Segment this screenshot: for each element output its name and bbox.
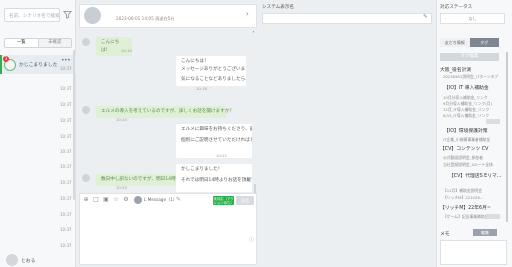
conversation-name: とおる [21, 259, 36, 264]
message-bubble-out: かしこまりました！ それでは明日14時よりお話を頂戴できればと思います。 [176, 164, 252, 192]
conversation-time: 10:37 [60, 212, 72, 217]
conversation-time: 10:37 [60, 164, 72, 169]
message-bubble-in: こんにちは！ [96, 37, 132, 56]
conversation-name: かじこまりました [19, 63, 58, 68]
message-line: エルメに興味をお持ちくださり、誠にありがとうございます。 [181, 127, 252, 132]
message-avatar [82, 38, 90, 46]
message-line: 気になることなどありましたら、お気軽にご連絡ください！ [181, 77, 246, 82]
star-icon[interactable]: ☆ [112, 196, 120, 204]
conversation-tabs: 一覧 未確認 [4, 38, 72, 48]
tag-group-title: 【リッチM】22年6月~ [440, 206, 491, 211]
send-button[interactable]: 送信 [236, 196, 254, 205]
help-icon[interactable]: ⓘ [249, 236, 254, 243]
sender-avatar [134, 196, 142, 204]
tag-group-title: 【CV】コンテンツ CV [440, 147, 489, 152]
message-time: 10:20 [116, 117, 127, 122]
file-icon[interactable]: □ [92, 196, 100, 204]
message-line: それでは明日14時よりお話を頂戴できればと思います。 [181, 177, 252, 183]
tag-item[interactable]: 【11月】補助金説明会 [443, 188, 505, 194]
message-time: 10:10 [121, 48, 132, 53]
search-input[interactable]: 名前、シナリオ名で検索 [4, 8, 60, 22]
memo-area[interactable] [440, 240, 507, 265]
message-time: 10:22 [216, 153, 227, 158]
tab-tags[interactable]: タグ [469, 38, 499, 47]
status-button[interactable]: 未対応（アクション待ち） [213, 196, 234, 205]
settings-icon[interactable]: ⚙ [122, 196, 130, 204]
avatar [84, 7, 101, 24]
message-line: こんにちは！ [181, 59, 209, 64]
tag-item[interactable]: IT企業_小規模事業者補助金 [443, 137, 505, 143]
tag-group-title: 【IO】環境保護対策 [444, 129, 488, 134]
tag-group-title: 【IO】IT 導入補助金 [444, 86, 489, 91]
conversation-time: 10:37 [60, 196, 72, 201]
conversation-time: 10:37 [60, 118, 72, 123]
edit-icon[interactable]: ✎ [423, 14, 428, 20]
conversation-time: 10:37 [60, 243, 72, 248]
status-label: 対応ステータス [440, 5, 473, 10]
message-input[interactable] [84, 212, 252, 258]
paperclip-icon[interactable]: ⊕ [82, 196, 90, 204]
unread-badge: 3 [3, 56, 9, 62]
message-line: メッセージありがとうございます。 [181, 66, 246, 72]
tag-item[interactable]: 20230901説明会_パターンタブ [443, 74, 505, 80]
right-panel-scrollbar[interactable] [506, 52, 508, 222]
sender-selector[interactable]: L Message（1） [144, 197, 177, 203]
avatar [6, 254, 18, 266]
message-bubble-in: エルメの導入を考えているのですが、詳しくお話を聞けますか？ [96, 106, 234, 118]
system-display-name-input[interactable] [262, 13, 432, 24]
message-time: 10:25 [116, 185, 127, 190]
tag-edit-button[interactable]: タグ編集 [440, 53, 499, 61]
message-avatar [82, 106, 90, 114]
system-display-name-label: システム表示名 [262, 5, 295, 10]
tag-group-title: 大阪_役名計測 [440, 68, 472, 73]
status-select[interactable]: なし [440, 13, 505, 24]
conversation-time: 10:37 [60, 134, 72, 139]
memo-edit-button[interactable]: 編集 [473, 229, 497, 236]
sidebar-scrollbar[interactable] [73, 50, 75, 200]
tag-more-button[interactable] [486, 119, 500, 124]
message-avatar [82, 174, 90, 182]
memo-title: メモ [440, 232, 450, 237]
filter-icon[interactable] [63, 10, 72, 19]
more-icon[interactable]: ••• [61, 57, 71, 64]
chat-header-date: 2023-06-01 14:05 再送在5分 [116, 16, 175, 21]
right-tabs: 友だち情報 タグ [440, 38, 499, 47]
message-line: かしこまりました！ [181, 167, 223, 172]
tag-item[interactable]: 【リッチM】221026… [443, 195, 505, 201]
conversation-time: 10:37 [60, 66, 72, 71]
conversation-time: 10:37 [60, 86, 72, 91]
tag-item[interactable]: 当社登録説明会_4ルート全体 [443, 162, 505, 168]
tab-friend-info[interactable]: 友だち情報 [440, 38, 470, 47]
image-icon[interactable]: ▣ [102, 196, 110, 204]
tab-all[interactable]: 一覧 [5, 39, 39, 47]
message-line: 個別にご説明させていただければと存じますので、是非ご都合のよろしい日時をお教えく… [181, 137, 252, 143]
tag-group-title: 【CV】代理店S Eリマ… [449, 174, 502, 179]
conversation-time: 10:37 [60, 180, 72, 185]
tag-item[interactable]: 公式動画説明会_参加者 [443, 155, 505, 161]
tag-more-button[interactable] [486, 214, 500, 219]
conversation-time: 10:37 [60, 227, 72, 232]
conversation-time: 10:37 [60, 149, 72, 154]
chevron-right-icon[interactable]: › [246, 10, 249, 18]
conversation-time: 10:37 [60, 102, 72, 107]
message-time: 10:18 [196, 86, 207, 91]
message-bubble-out: エルメに興味をお持ちくださり、誠にありがとうございます。 個別にご説明させていた… [176, 124, 252, 158]
edit-icon[interactable]: ✎ [176, 196, 181, 203]
message-bubble-out: こんにちは！ メッセージありがとうございます。 気になることなどありましたら、お… [176, 56, 246, 86]
tab-unread[interactable]: 未確認 [38, 39, 71, 47]
